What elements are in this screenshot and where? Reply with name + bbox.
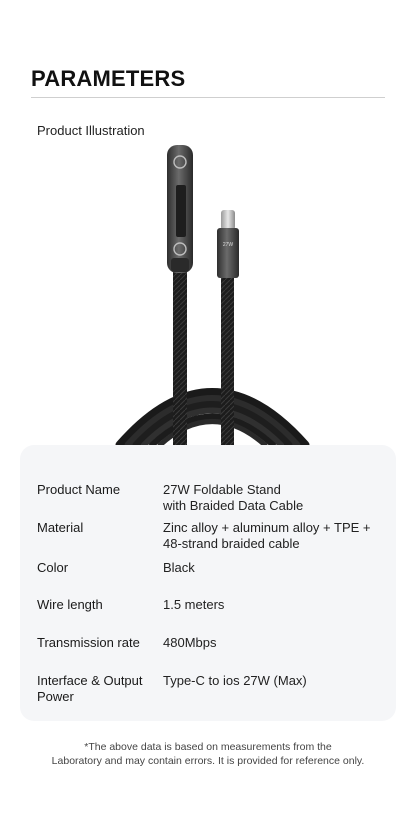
spec-value: Zinc alloy + aluminum alloy + TPE + 48-s… bbox=[163, 520, 371, 551]
section-label: Product Illustration bbox=[37, 123, 145, 138]
spec-label: Color bbox=[37, 560, 69, 575]
title-divider bbox=[31, 97, 385, 98]
spec-value: Type-C to ios 27W (Max) bbox=[163, 673, 307, 688]
spec-card: Product Name 27W Foldable Stand with Bra… bbox=[20, 445, 396, 721]
spec-label: Product Name bbox=[37, 482, 121, 497]
left-cable bbox=[173, 268, 187, 450]
spec-label: Material bbox=[37, 520, 84, 535]
spec-value: 1.5 meters bbox=[163, 597, 225, 612]
spec-value: 480Mbps bbox=[163, 635, 217, 650]
type-c-marking: 27W bbox=[223, 242, 234, 248]
spec-label: Transmission rate bbox=[37, 635, 140, 650]
spec-value: Black bbox=[163, 560, 195, 575]
cable-coil bbox=[115, 388, 310, 450]
spec-label: Wire length bbox=[37, 597, 103, 612]
disclaimer-note: *The above data is based on measurements… bbox=[51, 741, 365, 767]
right-cable bbox=[221, 276, 234, 450]
foldable-connector bbox=[167, 145, 193, 273]
spec-value: 27W Foldable Stand with Braided Data Cab… bbox=[163, 482, 304, 513]
spec-label: Interface & Output Power bbox=[37, 673, 143, 704]
type-c-connector: 27W bbox=[217, 210, 239, 278]
page-title: PARAMETERS bbox=[31, 66, 186, 91]
product-illustration: 27W bbox=[115, 145, 310, 450]
